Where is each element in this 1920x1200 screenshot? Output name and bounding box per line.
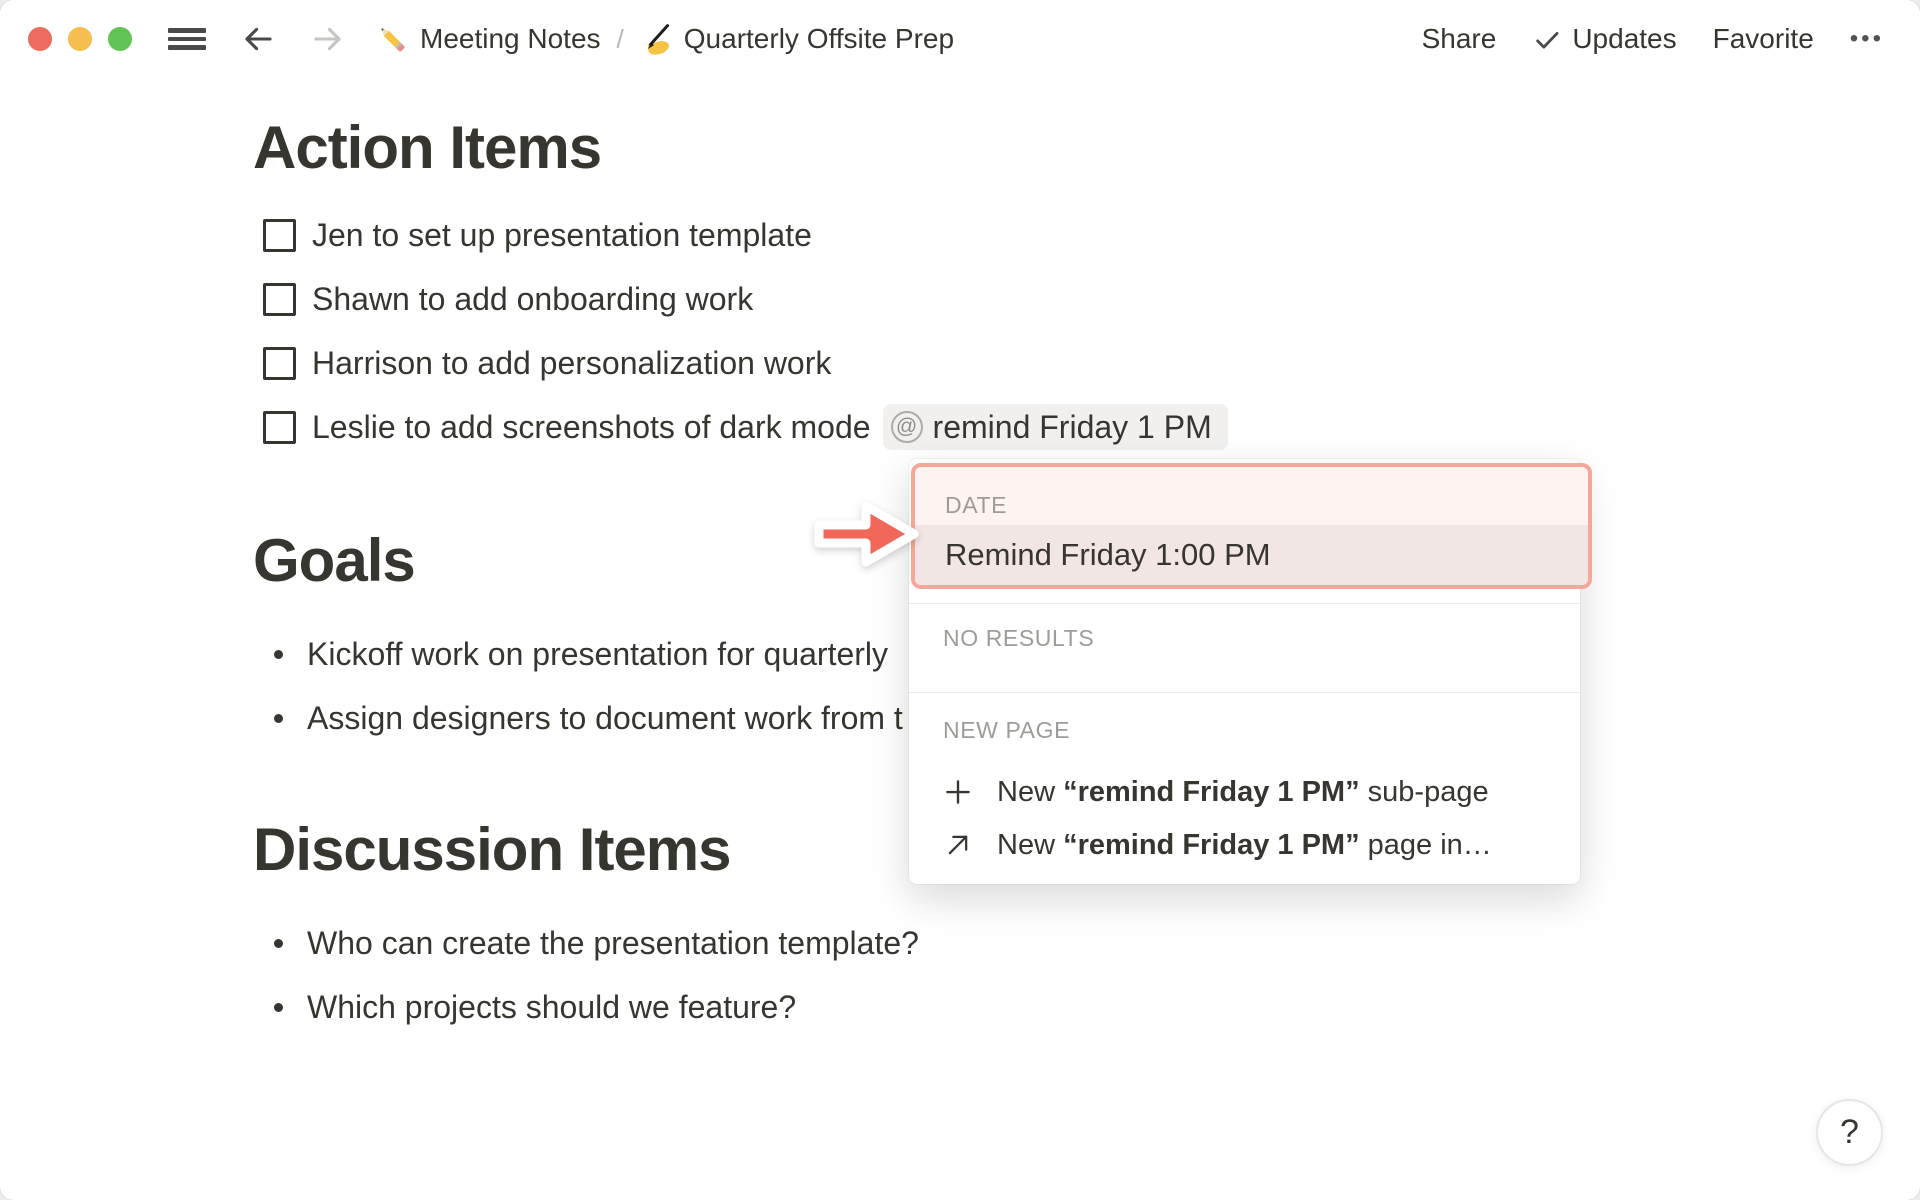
todo-checkbox[interactable] [263, 218, 296, 252]
date-section-highlight: DATE Remind Friday 1:00 PM [911, 463, 1592, 589]
menu-item-label: New “remind Friday 1 PM” page in… [997, 828, 1492, 861]
list-item: Assign designers to document work from t [253, 686, 903, 750]
goals-list: Kickoff work on presentation for quarter… [253, 622, 903, 750]
breadcrumb-separator: / [616, 23, 624, 54]
list-item: Who can create the presentation template… [253, 911, 919, 975]
bullet-dot [274, 1002, 283, 1012]
annotation-arrow-icon [812, 494, 924, 579]
arrow-up-right-icon [943, 830, 973, 860]
heading-discussion-items: Discussion Items [253, 816, 732, 883]
breadcrumb-item-meeting-notes[interactable]: Meeting Notes [376, 23, 601, 55]
discussion-list: Who can create the presentation template… [253, 911, 919, 1039]
menu-item-new-subpage[interactable]: New “remind Friday 1 PM” sub-page [909, 764, 1580, 820]
window-controls [28, 27, 132, 51]
bullet-label: Assign designers to document work from t [307, 699, 903, 736]
check-icon [1532, 24, 1562, 54]
breadcrumb-item-quarterly-offsite-prep[interactable]: Quarterly Offsite Prep [640, 23, 954, 55]
pencil-icon [369, 16, 414, 61]
todo-checkbox[interactable] [263, 410, 296, 444]
close-window-button[interactable] [28, 27, 52, 51]
writing-hand-icon [640, 23, 672, 55]
divider [909, 603, 1580, 604]
back-arrow-icon[interactable] [240, 21, 276, 57]
bullet-dot [274, 649, 283, 659]
date-mention-token[interactable]: @ remind Friday 1 PM [882, 404, 1228, 450]
todo-item: Shawn to add onboarding work [253, 267, 1228, 331]
date-section-label: DATE [945, 492, 1008, 518]
list-item: Kickoff work on presentation for quarter… [253, 622, 903, 686]
list-item: Which projects should we feature? [253, 975, 919, 1039]
app-window: Meeting Notes / Quarterly Offsite Prep S… [0, 0, 1920, 1200]
forward-arrow-icon[interactable] [310, 21, 346, 57]
more-icon: ••• [1849, 25, 1884, 52]
plus-icon [943, 777, 973, 807]
favorite-button[interactable]: Favorite [1713, 23, 1814, 55]
todo-label: Harrison to add personalization work [312, 344, 832, 381]
updates-label: Updates [1572, 23, 1677, 54]
action-items-list: Jen to set up presentation template Shaw… [253, 203, 1228, 459]
heading-action-items: Action Items [253, 114, 602, 181]
more-options-button[interactable]: ••• [1850, 25, 1884, 53]
todo-label: Leslie to add screenshots of dark mode [312, 408, 871, 445]
no-results-label: NO RESULTS [943, 625, 1095, 651]
breadcrumb-label: Meeting Notes [420, 23, 601, 54]
menu-item-label: New “remind Friday 1 PM” sub-page [997, 775, 1489, 808]
menu-item-remind-friday[interactable]: Remind Friday 1:00 PM [915, 525, 1588, 585]
bullet-dot [274, 938, 283, 948]
share-button[interactable]: Share [1422, 23, 1497, 55]
help-label: ? [1840, 1113, 1859, 1151]
topbar-actions: Share Updates Favorite ••• [1422, 23, 1920, 55]
breadcrumb-label: Quarterly Offsite Prep [683, 23, 955, 54]
zoom-window-button[interactable] [108, 27, 132, 51]
at-icon: @ [890, 411, 923, 443]
todo-label: Shawn to add onboarding work [312, 280, 754, 317]
topbar: Meeting Notes / Quarterly Offsite Prep S… [0, 0, 1920, 78]
bullet-label: Who can create the presentation template… [307, 924, 919, 961]
new-page-section-label: NEW PAGE [943, 717, 1071, 743]
favorite-label: Favorite [1712, 23, 1814, 54]
mention-label: remind Friday 1 PM [932, 408, 1212, 445]
todo-item: Jen to set up presentation template [253, 203, 1228, 267]
bullet-label: Kickoff work on presentation for quarter… [307, 635, 889, 672]
heading-goals: Goals [253, 527, 416, 594]
todo-label: Jen to set up presentation template [312, 216, 812, 253]
menu-icon[interactable] [168, 28, 206, 50]
todo-item: Leslie to add screenshots of dark mode @… [253, 395, 1228, 459]
help-button[interactable]: ? [1816, 1099, 1883, 1166]
minimize-window-button[interactable] [68, 27, 92, 51]
menu-item-new-page-in[interactable]: New “remind Friday 1 PM” page in… [909, 817, 1580, 873]
todo-item: Harrison to add personalization work [253, 331, 1228, 395]
divider [909, 692, 1580, 693]
bullet-dot [274, 713, 283, 723]
updates-button[interactable]: Updates [1532, 23, 1677, 55]
todo-checkbox[interactable] [263, 282, 296, 316]
bullet-label: Which projects should we feature? [307, 988, 797, 1025]
date-section-header: DATE [915, 467, 1588, 525]
breadcrumb: Meeting Notes / Quarterly Offsite Prep [376, 23, 954, 55]
menu-item-label: Remind Friday 1:00 PM [945, 537, 1271, 572]
share-label: Share [1421, 23, 1497, 54]
mention-dropdown: DATE Remind Friday 1:00 PM NO RESULTS NE… [909, 459, 1592, 884]
todo-checkbox[interactable] [263, 346, 296, 380]
